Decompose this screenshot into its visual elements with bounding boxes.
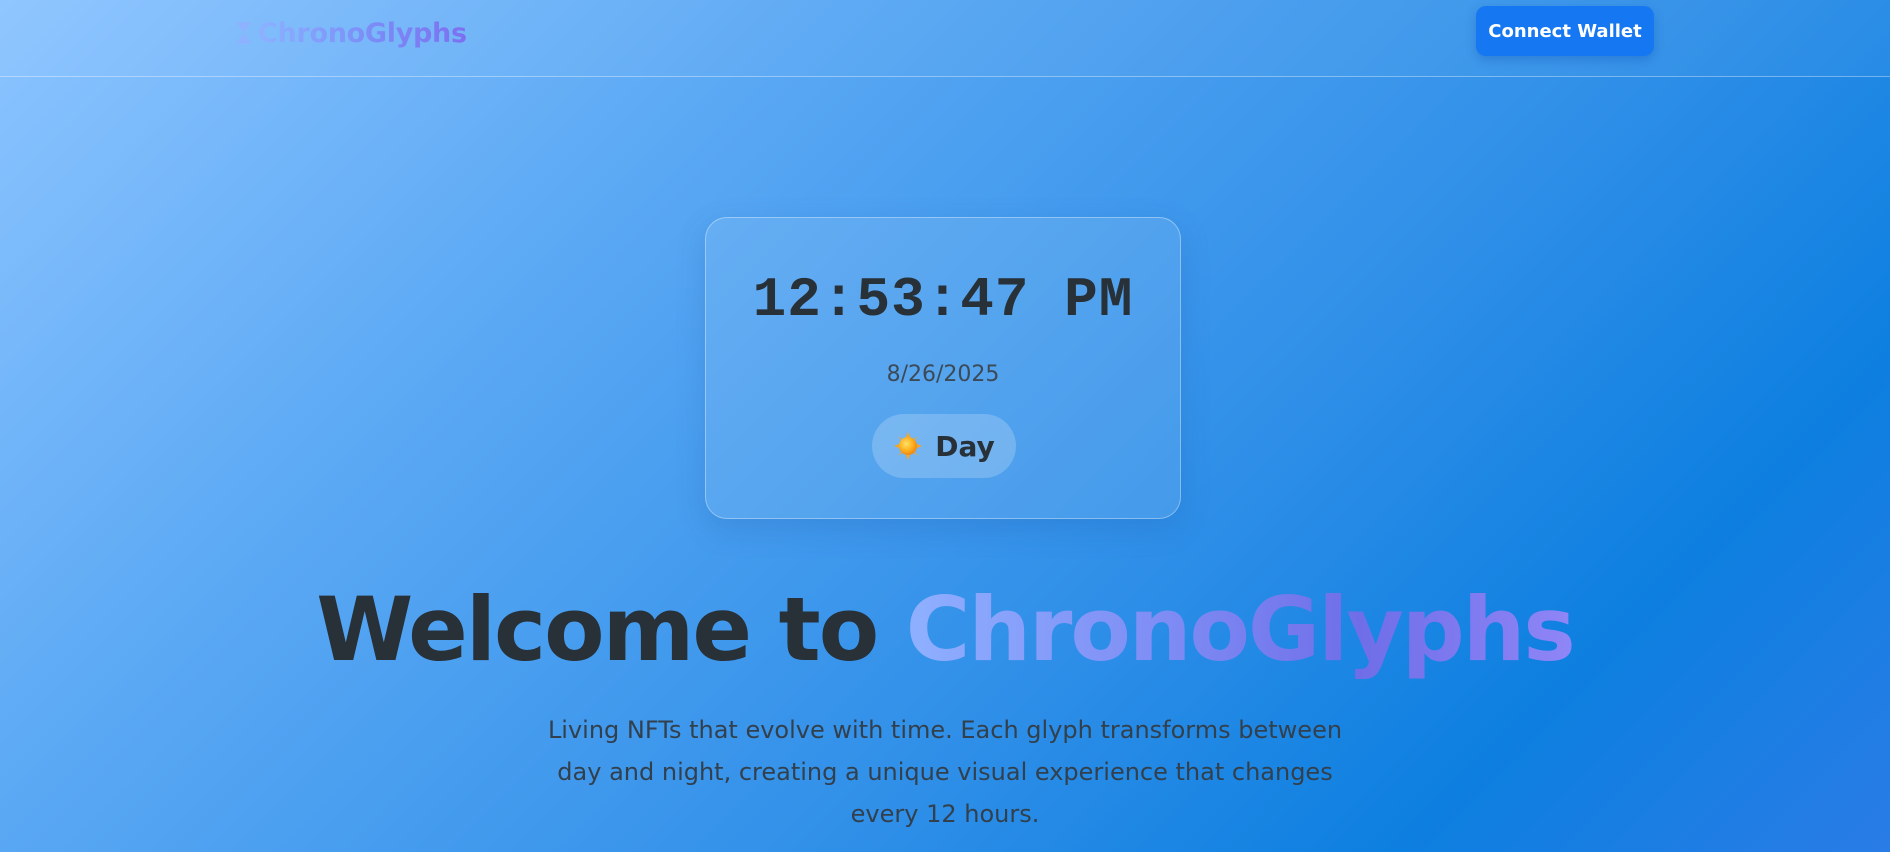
connect-wallet-button[interactable]: Connect Wallet [1476, 6, 1654, 56]
mode-label: Day [935, 429, 995, 463]
top-navbar: ChronoGlyphs Connect Wallet [0, 0, 1890, 77]
hero-title-accent: ChronoGlyphs [905, 578, 1576, 681]
brand-logo[interactable]: ChronoGlyphs [236, 15, 467, 51]
hourglass-icon [236, 22, 252, 44]
sun-icon [893, 431, 923, 461]
clock-date: 8/26/2025 [886, 362, 1000, 387]
hero-title-lead: Welcome to [316, 578, 906, 681]
hero-subtitle: Living NFTs that evolve with time. Each … [547, 716, 1343, 828]
hero-title: Welcome to ChronoGlyphs [0, 578, 1890, 682]
day-night-indicator: Day [872, 414, 1016, 478]
clock-card: 12:53:47 PM 8/26/2025 Day [705, 217, 1181, 519]
clock-time: 12:53:47 PM [752, 268, 1134, 332]
brand-name: ChronoGlyphs [258, 17, 467, 49]
